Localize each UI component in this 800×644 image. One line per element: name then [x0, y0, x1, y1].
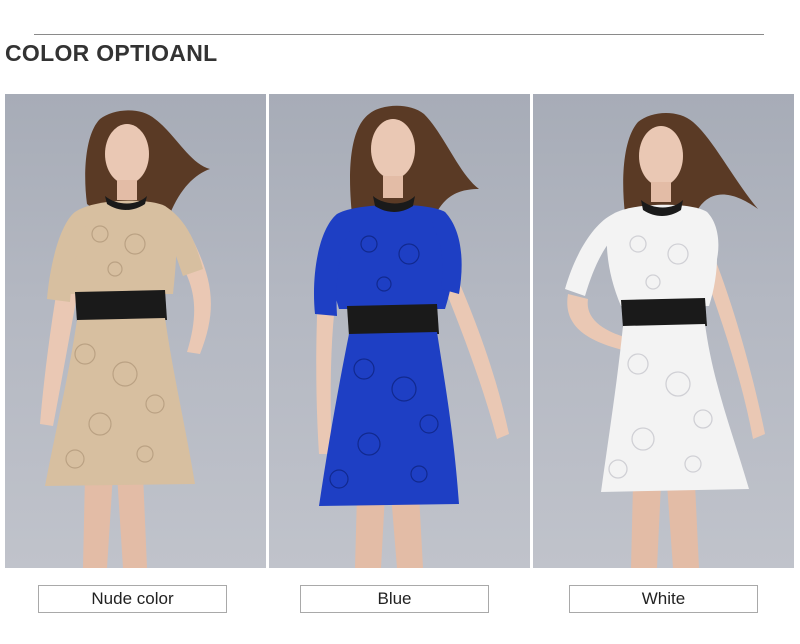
waist-belt	[75, 290, 167, 322]
model-figure-nude	[40, 110, 211, 568]
title-divider	[34, 34, 764, 35]
model-figure-white	[565, 112, 765, 568]
dress-skirt	[319, 332, 459, 506]
dress-skirt	[601, 324, 749, 492]
color-option-blue[interactable]: Blue	[300, 585, 489, 613]
waist-belt	[347, 304, 439, 336]
color-option-nude[interactable]: Nude color	[38, 585, 227, 613]
dress-bodice	[65, 200, 177, 294]
product-image-nude[interactable]	[5, 94, 266, 568]
product-image-blue[interactable]	[269, 94, 530, 568]
product-image-white[interactable]	[533, 94, 794, 568]
waist-belt	[621, 298, 707, 328]
section-title: COLOR OPTIOANL	[5, 40, 218, 66]
color-option-white[interactable]: White	[569, 585, 758, 613]
model-figure-blue	[313, 105, 509, 568]
